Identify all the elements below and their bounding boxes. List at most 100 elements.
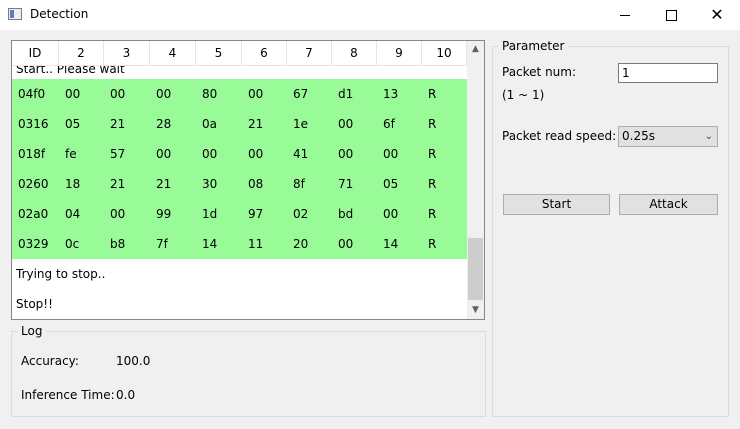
table-cell: 0329 <box>18 237 49 251</box>
close-button[interactable]: ✕ <box>694 0 740 30</box>
table-cell: R <box>428 117 437 131</box>
scroll-down-icon[interactable]: ▼ <box>467 302 484 319</box>
table-cell: 28 <box>156 117 172 131</box>
scroll-thumb[interactable] <box>468 238 483 300</box>
table-cell: b8 <box>110 237 126 251</box>
table-cell: 18 <box>65 177 81 191</box>
maximize-button[interactable] <box>648 0 694 30</box>
table-cell: 21 <box>156 177 172 191</box>
chevron-down-icon: ⌄ <box>704 131 713 142</box>
maximize-icon <box>665 9 677 21</box>
list-rows: 04f0 00 00 00 80 00 67 d1 13 R 0316 05 21 28 0a 21 1e 00 6… <box>12 79 467 319</box>
table-cell: 02a0 <box>18 207 49 221</box>
table-cell: R <box>428 237 437 251</box>
table-cell: 08 <box>248 177 264 191</box>
table-cell: 1d <box>202 207 218 221</box>
table-row[interactable]: 0329 0c b8 7f 14 11 20 00 14 R <box>12 229 467 259</box>
table-row[interactable]: 02a0 04 00 99 1d 97 02 bd 00 R <box>12 199 467 229</box>
minimize-button[interactable] <box>602 0 648 30</box>
table-cell: 00 <box>65 87 81 101</box>
packet-num-label: Packet num: <box>502 65 577 79</box>
log-group-title: Log <box>17 324 47 338</box>
table-cell: 00 <box>248 147 264 161</box>
table-cell: R <box>428 207 437 221</box>
table-cell: 8f <box>293 177 305 191</box>
table-cell: 00 <box>338 147 354 161</box>
accuracy-label: Accuracy: <box>21 354 79 368</box>
table-cell: 97 <box>248 207 264 221</box>
table-cell: 21 <box>248 117 264 131</box>
table-cell: 0316 <box>18 117 49 131</box>
column-header[interactable]: 9 <box>377 41 422 65</box>
table-cell: 14 <box>383 237 399 251</box>
log-group: Log <box>11 324 486 417</box>
table-cell: 11 <box>248 237 264 251</box>
table-cell: 00 <box>338 237 354 251</box>
table-row[interactable]: 018f fe 57 00 00 00 41 00 00 R <box>12 139 467 169</box>
app-icon <box>8 8 22 20</box>
table-cell: 20 <box>293 237 309 251</box>
table-cell: 00 <box>202 147 218 161</box>
table-cell: 30 <box>202 177 218 191</box>
table-cell: R <box>428 147 437 161</box>
table-cell: 67 <box>293 87 309 101</box>
table-cell: 99 <box>156 207 172 221</box>
list-item[interactable]: Trying to stop.. <box>12 259 467 289</box>
table-cell: 018f <box>18 147 46 161</box>
table-cell: 04 <box>65 207 81 221</box>
column-header[interactable]: 5 <box>196 41 242 65</box>
table-cell: 71 <box>338 177 354 191</box>
column-header[interactable]: 4 <box>150 41 196 65</box>
packet-num-input[interactable]: 1 <box>618 63 718 83</box>
table-cell: 00 <box>383 147 399 161</box>
table-cell: d1 <box>338 87 354 101</box>
table-cell: 02 <box>293 207 309 221</box>
packet-read-speed-value: 0.25s <box>622 129 655 143</box>
table-cell: 0a <box>202 117 217 131</box>
table-cell: fe <box>65 147 77 161</box>
packet-read-speed-label: Packet read speed: <box>502 129 617 143</box>
attack-button[interactable]: Attack <box>619 194 718 215</box>
list-item[interactable]: Stop!! <box>12 289 467 319</box>
table-cell: 00 <box>156 87 172 101</box>
title-bar: Detection ✕ <box>0 0 740 30</box>
packet-list[interactable]: Start.. Please wait ID 2 3 4 5 6 7 8 9 10 04f0 00 0… <box>11 40 485 320</box>
table-cell: 21 <box>110 117 126 131</box>
table-cell: 0260 <box>18 177 49 191</box>
minimize-icon <box>620 14 630 16</box>
column-header[interactable]: ID <box>12 41 59 65</box>
table-cell: 21 <box>110 177 126 191</box>
table-cell: 41 <box>293 147 309 161</box>
accuracy-value: 100.0 <box>116 354 151 368</box>
column-header[interactable]: 3 <box>104 41 150 65</box>
packet-read-speed-select[interactable]: 0.25s ⌄ <box>618 126 718 147</box>
column-header[interactable]: 6 <box>242 41 287 65</box>
table-cell: 80 <box>202 87 218 101</box>
table-row[interactable]: 0316 05 21 28 0a 21 1e 00 6f R <box>12 109 467 139</box>
column-header[interactable]: 8 <box>332 41 377 65</box>
table-cell: 00 <box>338 117 354 131</box>
list-header: ID 2 3 4 5 6 7 8 9 10 <box>12 41 467 66</box>
table-cell: 00 <box>110 87 126 101</box>
column-header[interactable]: 2 <box>59 41 104 65</box>
table-cell: 05 <box>65 117 81 131</box>
scroll-up-icon[interactable]: ▲ <box>467 41 484 58</box>
vertical-scrollbar[interactable]: ▲ ▼ <box>467 41 484 319</box>
table-cell: 00 <box>156 147 172 161</box>
table-cell: 00 <box>383 207 399 221</box>
table-row[interactable]: 0260 18 21 21 30 08 8f 71 05 R <box>12 169 467 199</box>
start-button[interactable]: Start <box>503 194 610 215</box>
inference-time-value: 0.0 <box>116 388 136 402</box>
table-cell: 7f <box>156 237 168 251</box>
table-cell: 6f <box>383 117 395 131</box>
column-header[interactable]: 10 <box>422 41 467 65</box>
parameter-group-title: Parameter <box>498 39 569 53</box>
close-icon: ✕ <box>710 5 724 24</box>
inference-time-label: Inference Time: <box>21 388 115 402</box>
column-header[interactable]: 7 <box>287 41 332 65</box>
table-row[interactable]: 04f0 00 00 00 80 00 67 d1 13 R <box>12 79 467 109</box>
table-cell: 0c <box>65 237 80 251</box>
table-cell: 1e <box>293 117 309 131</box>
window-title: Detection <box>30 7 89 21</box>
table-cell: R <box>428 87 437 101</box>
